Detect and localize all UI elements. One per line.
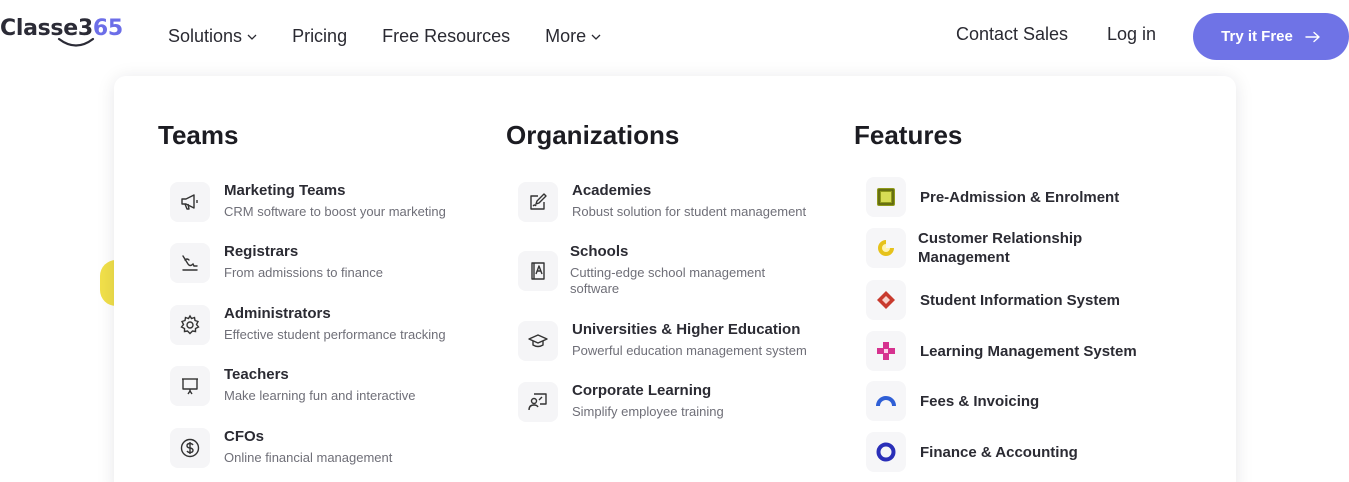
features-heading: Features <box>854 120 963 150</box>
feature-title: Student Information System <box>920 291 1121 309</box>
menu-item-desc: From admissions to finance <box>224 265 383 280</box>
nav-free-resources-label: Free Resources <box>382 25 511 46</box>
menu-item-title: Universities & Higher Education <box>572 321 801 338</box>
pie-slice-icon <box>866 228 906 268</box>
menu-item-desc: Cutting-edge school management software <box>570 265 766 296</box>
teams-heading: Teams <box>158 120 239 150</box>
nav-pricing[interactable]: Pricing <box>292 24 347 48</box>
menu-item-desc: Simplify employee training <box>572 404 724 419</box>
menu-item-desc: CRM software to boost your marketing <box>224 204 446 219</box>
contact-sales-link[interactable]: Contact Sales <box>956 24 1068 45</box>
menu-item-cfos[interactable]: CFOs Online financial management <box>170 428 392 468</box>
nav-more-label: More <box>545 25 587 46</box>
ring-icon <box>866 432 906 472</box>
solutions-dropdown-panel: Teams Marketing Teams CRM software to bo… <box>114 76 1236 482</box>
login-link[interactable]: Log in <box>1107 24 1156 45</box>
feature-title: Pre-Admission & Enrolment <box>920 188 1120 206</box>
menu-item-title: Marketing Teams <box>224 182 346 199</box>
teams-column: Teams <box>158 120 238 154</box>
graduation-cap-icon <box>518 321 558 361</box>
chevron-down-icon <box>591 34 601 40</box>
try-free-button[interactable]: Try it Free <box>1193 13 1349 60</box>
presentation-board-icon <box>170 366 210 406</box>
nav-solutions-label: Solutions <box>168 25 243 46</box>
contact-sales-label: Contact Sales <box>956 24 1069 44</box>
trainer-icon <box>518 382 558 422</box>
organizations-heading: Organizations <box>506 120 680 150</box>
signature-icon <box>170 243 210 283</box>
menu-item-title: Corporate Learning <box>572 382 712 399</box>
nav-more[interactable]: More <box>545 24 601 48</box>
menu-item-title: Teachers <box>224 366 289 383</box>
gear-icon <box>170 305 210 345</box>
cross-icon <box>866 331 906 371</box>
feature-title: Learning Management System <box>920 342 1137 360</box>
feature-lms[interactable]: Learning Management System <box>866 331 1137 371</box>
menu-item-title: CFOs <box>224 428 265 445</box>
feature-pre-admission[interactable]: Pre-Admission & Enrolment <box>866 177 1119 217</box>
feature-title: Customer Relationship Management <box>918 230 1083 266</box>
menu-item-administrators[interactable]: Administrators Effective student perform… <box>170 305 446 345</box>
main-nav: Solutions Pricing Free Resources More <box>168 24 636 48</box>
try-free-label: Try it Free <box>1221 28 1293 45</box>
feature-title: Finance & Accounting <box>920 443 1078 461</box>
top-navbar: Classe365 Solutions Pricing Free Resourc… <box>0 0 1349 74</box>
menu-item-academies[interactable]: Academies Robust solution for student ma… <box>518 182 806 222</box>
chevron-down-icon <box>247 34 257 40</box>
menu-item-title: Academies <box>572 182 652 199</box>
nav-free-resources[interactable]: Free Resources <box>382 24 510 48</box>
edit-document-icon <box>518 182 558 222</box>
square-frame-icon <box>866 177 906 217</box>
megaphone-icon <box>170 182 210 222</box>
feature-sis[interactable]: Student Information System <box>866 280 1120 320</box>
feature-title: Fees & Invoicing <box>920 392 1040 410</box>
menu-item-desc: Robust solution for student management <box>572 204 807 219</box>
feature-finance-accounting[interactable]: Finance & Accounting <box>866 432 1078 472</box>
menu-item-title: Registrars <box>224 243 299 260</box>
logo-smile-icon <box>57 37 95 47</box>
feature-fees-invoicing[interactable]: Fees & Invoicing <box>866 381 1039 421</box>
organizations-column: Organizations <box>506 120 679 154</box>
menu-item-registrars[interactable]: Registrars From admissions to finance <box>170 243 383 283</box>
menu-item-schools[interactable]: Schools Cutting-edge school management s… <box>518 243 810 297</box>
login-label: Log in <box>1107 24 1157 44</box>
diamond-icon <box>866 280 906 320</box>
nav-pricing-label: Pricing <box>292 25 348 46</box>
features-column: Features <box>854 120 962 154</box>
dollar-circle-icon <box>170 428 210 468</box>
logo[interactable]: Classe365 <box>0 10 123 54</box>
menu-item-marketing-teams[interactable]: Marketing Teams CRM software to boost yo… <box>170 182 446 222</box>
menu-item-teachers[interactable]: Teachers Make learning fun and interacti… <box>170 366 416 406</box>
menu-item-desc: Online financial management <box>224 450 393 465</box>
menu-item-desc: Make learning fun and interactive <box>224 388 416 403</box>
feature-crm[interactable]: Customer Relationship Management <box>866 228 1128 268</box>
nav-solutions[interactable]: Solutions <box>168 24 257 48</box>
menu-item-title: Administrators <box>224 305 331 322</box>
menu-item-corporate-learning[interactable]: Corporate Learning Simplify employee tra… <box>518 382 724 422</box>
menu-item-universities[interactable]: Universities & Higher Education Powerful… <box>518 321 807 361</box>
book-icon <box>518 251 558 291</box>
arrow-right-icon <box>1305 31 1320 42</box>
menu-item-title: Schools <box>570 243 629 260</box>
menu-item-desc: Effective student performance tracking <box>224 327 446 342</box>
menu-item-desc: Powerful education management system <box>572 343 807 358</box>
arc-icon <box>866 381 906 421</box>
